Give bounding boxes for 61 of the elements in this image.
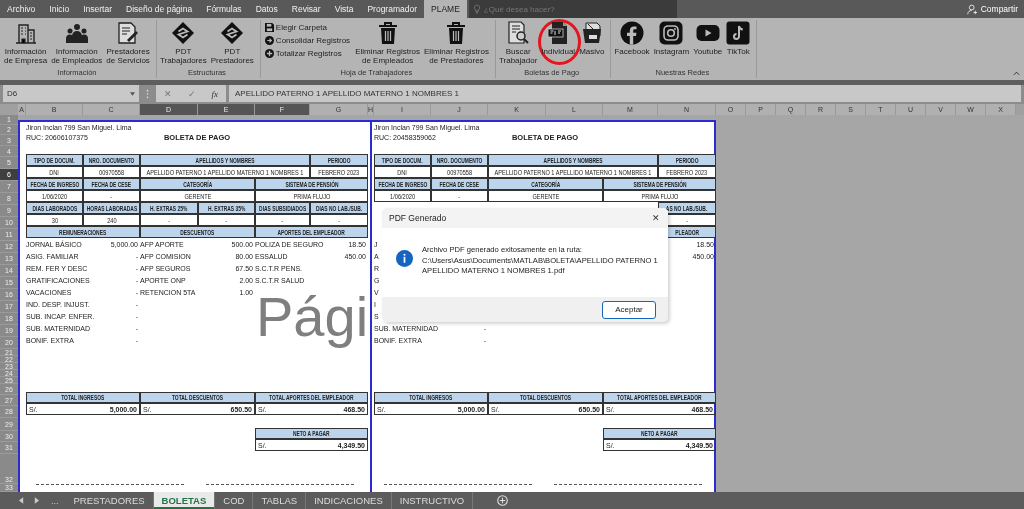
ribbon-button[interactable]: Individual bbox=[539, 20, 578, 57]
scroll-right-icon[interactable] bbox=[34, 497, 39, 504]
diamond-icon bbox=[220, 21, 245, 45]
ribbon-button[interactable]: TikTok bbox=[724, 20, 753, 57]
formula-field[interactable]: APELLIDO PATERNO 1 APELLIDO MATERNO 1 NOMBRES 1 bbox=[229, 85, 1021, 102]
sheet-tab[interactable]: PRESTADORES bbox=[65, 492, 154, 509]
menu-tab[interactable]: Datos bbox=[248, 0, 285, 18]
diamond-icon bbox=[171, 21, 196, 45]
scroll-left-icon[interactable] bbox=[19, 497, 24, 504]
dialog-title: PDF Generado bbox=[389, 213, 447, 223]
instagram-icon bbox=[659, 21, 684, 45]
ribbon-button[interactable]: Información de Empleados bbox=[49, 20, 105, 66]
sheet-tab[interactable]: INSTRUCTIVO bbox=[391, 492, 474, 509]
ribbon-button[interactable]: Eliminar Registros de Empleados bbox=[353, 20, 423, 66]
menu-tab[interactable]: Programador bbox=[360, 0, 424, 18]
document-pen-icon bbox=[116, 21, 141, 45]
sheet-tab[interactable]: BOLETAS bbox=[153, 492, 216, 509]
add-sheet-icon[interactable] bbox=[497, 495, 509, 506]
sheet-tab[interactable]: INDICACIONES bbox=[306, 492, 392, 509]
menu-tab[interactable]: Diseño de página bbox=[119, 0, 200, 18]
facebook-icon bbox=[620, 21, 645, 45]
insert-function-button[interactable]: fx bbox=[211, 88, 219, 99]
menu-tab[interactable]: Archivo bbox=[0, 0, 43, 18]
ribbon-button[interactable]: Prestadores de Servicios bbox=[104, 20, 152, 66]
menu-tab[interactable]: Insertar bbox=[76, 0, 119, 18]
plus-circle-icon bbox=[264, 48, 274, 58]
person-icon bbox=[966, 3, 978, 15]
more-tabs-button[interactable]: ... bbox=[44, 492, 66, 509]
menu-tab[interactable]: PLAME bbox=[424, 0, 467, 18]
document-search-icon bbox=[506, 21, 531, 45]
ribbon-button[interactable]: Elegir Carpeta bbox=[264, 21, 351, 33]
ribbon-button[interactable]: Facebook bbox=[612, 20, 652, 57]
sheet-tab[interactable]: COD bbox=[215, 492, 254, 509]
ribbon-button[interactable]: Consolidar Registros bbox=[264, 34, 351, 46]
lightbulb-icon bbox=[472, 4, 481, 14]
ribbon-button[interactable]: Eliminar Registros de Prestadores bbox=[422, 20, 491, 66]
ribbon-button[interactable]: Totalizar Registros bbox=[264, 47, 351, 59]
arrow-circle-icon bbox=[264, 35, 274, 45]
tiktok-icon bbox=[726, 21, 751, 45]
ribbon-button[interactable]: Instagram bbox=[651, 20, 692, 57]
ribbon-button[interactable]: Youtube bbox=[691, 20, 725, 57]
people-icon bbox=[64, 21, 89, 45]
more-icon bbox=[146, 88, 149, 99]
collapse-icon[interactable] bbox=[1013, 71, 1020, 76]
accept-button[interactable]: Aceptar bbox=[602, 300, 656, 319]
ribbon-button[interactable]: PDT Prestadores bbox=[208, 20, 256, 66]
ribbon-button[interactable]: Buscar Trabajador bbox=[496, 20, 540, 66]
dropdown-icon bbox=[130, 91, 135, 96]
info-icon bbox=[396, 250, 413, 267]
share-button[interactable]: Compartir bbox=[960, 0, 1024, 18]
menu-tab[interactable]: Vista bbox=[327, 0, 361, 18]
menu-tab[interactable]: Fórmulas bbox=[199, 0, 249, 18]
menu-tab[interactable]: Revisar bbox=[284, 0, 328, 18]
ribbon-button[interactable]: Información de Empresa bbox=[2, 20, 50, 66]
building-icon bbox=[13, 21, 38, 45]
sheet-tab[interactable]: TABLAS bbox=[253, 492, 307, 509]
ribbon-button[interactable]: PDT Trabajadores bbox=[157, 20, 209, 66]
name-box[interactable]: D6 bbox=[3, 85, 139, 102]
menu-tab[interactable]: Inicio bbox=[42, 0, 77, 18]
ribbon-button[interactable]: Masivo bbox=[577, 20, 607, 57]
save-icon bbox=[264, 22, 274, 32]
